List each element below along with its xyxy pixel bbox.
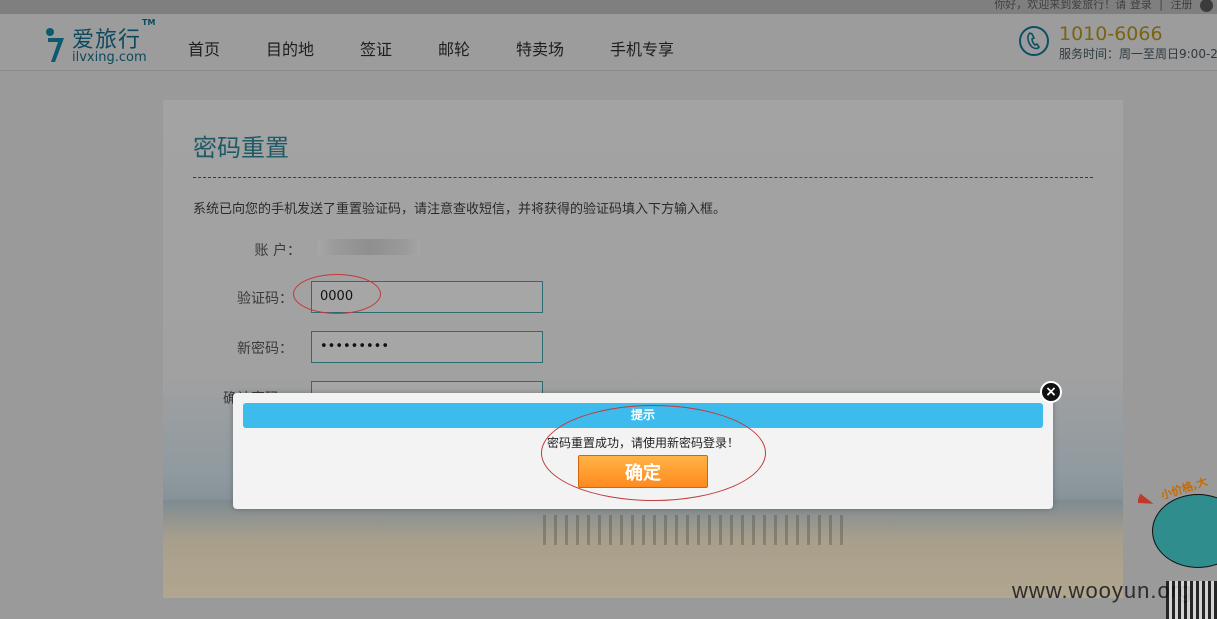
- password-reset-panel: 密码重置 系统已向您的手机发送了重置验证码，请注意查收短信，并将获得的验证码填入…: [163, 100, 1123, 598]
- dialog-title: 提示: [243, 403, 1043, 428]
- balloon-icon: [1152, 494, 1217, 568]
- title-divider: [193, 177, 1093, 178]
- welcome-text: 你好，欢迎来到爱旅行！请: [994, 0, 1127, 11]
- new-password-label: 新密码：: [237, 341, 293, 357]
- promo-balloon[interactable]: 小价格,大: [1138, 478, 1217, 578]
- sms-instruction: 系统已向您的手机发送了重置验证码，请注意查收短信，并将获得的验证码填入下方输入框…: [193, 202, 727, 217]
- hotline-number: 1010-6066: [1059, 23, 1163, 45]
- nav-item-destination[interactable]: 目的地: [266, 36, 314, 60]
- site-logo[interactable]: 爱旅行 TM ilvxing.com: [44, 18, 164, 66]
- logo-domain: ilvxing.com: [72, 50, 147, 65]
- account-value-masked: [318, 239, 420, 255]
- nav-item-flash-sale[interactable]: 特卖场: [516, 36, 564, 60]
- new-password-input[interactable]: •••••••••: [311, 331, 543, 363]
- service-hours: 服务时间：周一至周日9:00-2: [1059, 47, 1217, 61]
- confirm-button[interactable]: 确定: [578, 455, 708, 488]
- topbar-separator: |: [1159, 0, 1163, 11]
- page-title: 密码重置: [193, 134, 289, 162]
- code-label: 验证码：: [237, 291, 293, 307]
- nav-item-mobile[interactable]: 手机专享: [610, 36, 674, 60]
- account-label: 账 户：: [254, 243, 301, 259]
- qr-code-icon: [1166, 581, 1217, 619]
- register-link[interactable]: 注册: [1171, 0, 1193, 11]
- nav-item-cruise[interactable]: 邮轮: [438, 36, 470, 60]
- nav-item-home[interactable]: 首页: [188, 36, 220, 60]
- success-dialog: 提示 密码重置成功，请使用新密码登录！ 确定: [233, 393, 1053, 509]
- top-bar: 你好，欢迎来到爱旅行！请 登录 | 注册: [0, 0, 1217, 14]
- dialog-message: 密码重置成功，请使用新密码登录！: [546, 436, 739, 450]
- phone-icon: [1019, 26, 1049, 56]
- nav-item-visa[interactable]: 签证: [360, 36, 392, 60]
- background-huts: [543, 515, 843, 545]
- close-icon[interactable]: ×: [1040, 381, 1062, 403]
- logo-mark-icon: [46, 28, 64, 62]
- verification-code-input[interactable]: 0000: [311, 281, 543, 313]
- flag-icon: [1138, 493, 1156, 509]
- site-header: 爱旅行 TM ilvxing.com 首页 目的地 签证 邮轮 特卖场 手机专享…: [0, 14, 1217, 71]
- logo-trademark: TM: [142, 18, 156, 27]
- login-link[interactable]: 登录: [1130, 0, 1152, 11]
- user-icon[interactable]: [1200, 0, 1213, 12]
